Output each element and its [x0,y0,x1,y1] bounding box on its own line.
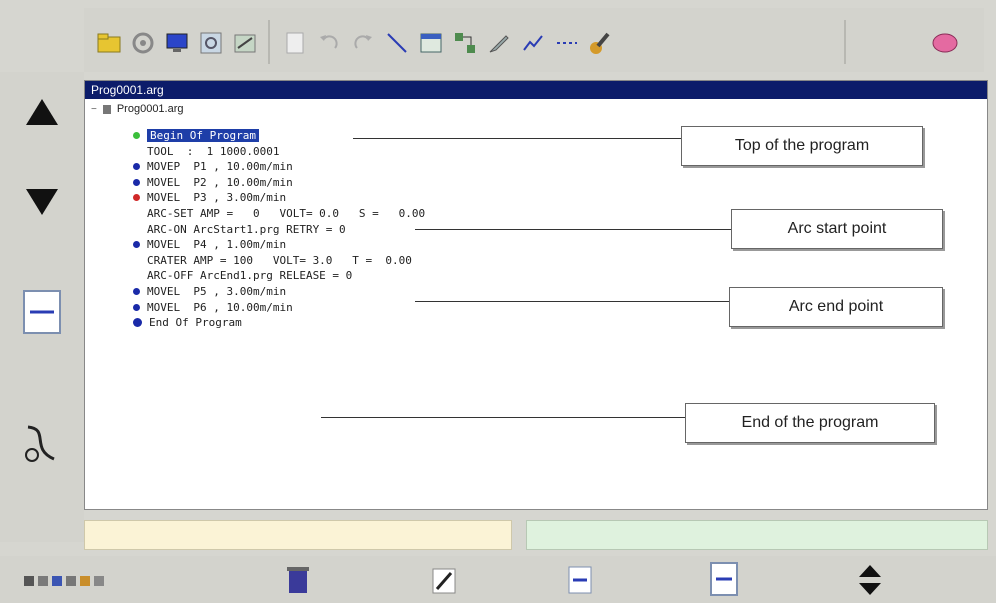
gauge-icon[interactable] [230,28,260,58]
file-icon[interactable] [280,28,310,58]
arc-button[interactable] [12,412,72,476]
program-line[interactable]: End Of Program [133,316,242,329]
line-marker-icon [133,178,140,186]
robot-icon[interactable] [586,28,616,58]
line-marker-icon [133,303,140,311]
plot-icon[interactable] [518,28,548,58]
program-line[interactable]: MOVEL P2 , 10.00m/min [133,176,293,189]
line-marker-icon [133,241,140,249]
callout-top: Top of the program [681,126,923,166]
window-title: Prog0001.arg [85,81,987,99]
callout-leader [415,229,735,230]
tree-root-label: Prog0001.arg [116,103,184,115]
page-icon [23,290,61,334]
toolbar-separator [844,20,846,64]
toolbar-separator [268,20,270,64]
network-icon[interactable] [450,28,480,58]
program-line-text: MOVEL P2 , 10.00m/min [147,175,293,189]
page-button-bottom[interactable] [696,560,752,600]
line-marker-icon [133,288,140,295]
program-line-text: TOOL : 1 1000.0001 [147,144,280,158]
arc-icon [25,425,55,462]
program-line[interactable]: ARC-SET AMP = 0 VOLT= 0.0 S = 0.00 [147,207,425,220]
program-line[interactable]: TOOL : 1 1000.0001 [147,145,279,158]
pen-icon[interactable] [484,28,514,58]
dotted-line-icon[interactable] [552,28,582,58]
bottom-bar [0,556,996,603]
tree-root[interactable]: − Prog0001.arg [91,103,184,115]
line-marker-icon [133,194,140,202]
callout-arc-end: Arc end point [729,287,943,327]
program-line-text: MOVEL P5 , 3.00m/min [147,285,287,298]
folder-icon[interactable] [94,28,124,58]
eraser-icon[interactable] [930,28,960,58]
page-button[interactable] [12,280,72,344]
program-line-text: CRATER AMP = 100 VOLT= 3.0 T = 0.00 [147,253,412,267]
settings-icon[interactable] [196,28,226,58]
line-marker-icon [133,318,142,328]
toolbar [84,8,984,72]
program-line[interactable]: ARC-ON ArcStart1.prg RETRY = 0 [147,223,346,236]
program-line-text: MOVEL P3 , 3.00m/min [147,191,287,205]
program-line-text: MOVEL P6 , 10.00m/min [147,300,293,314]
program-line[interactable]: Begin Of Program [133,129,259,142]
insert-icon [568,566,592,594]
updown-button[interactable] [842,560,898,600]
program-line[interactable]: ARC-OFF ArcEnd1.prg RELEASE = 0 [147,269,352,282]
trash-icon [287,567,309,593]
gear-icon[interactable] [128,28,158,58]
program-line-text: End Of Program [149,316,242,330]
page-icon [710,562,738,596]
file-icon [102,104,111,114]
delete-button[interactable] [270,560,326,600]
down-arrow-icon [26,189,58,215]
callout-leader [415,301,733,302]
program-line[interactable]: MOVEL P5 , 3.00m/min [133,285,286,298]
grid-icon [24,576,104,586]
program-line-text: Begin Of Program [147,129,259,142]
callout-leader [321,417,689,418]
edit-button[interactable] [416,560,472,600]
program-line-text: MOVEP P1 , 10.00m/min [147,160,293,174]
program-line-text: MOVEL P4 , 1.00m/min [147,238,287,252]
scroll-up-button[interactable] [12,80,72,144]
program-line[interactable]: MOVEL P4 , 1.00m/min [133,238,286,251]
tree-expand-icon[interactable]: − [91,104,97,115]
line-marker-icon [133,132,140,139]
program-line-text: ARC-ON ArcStart1.prg RETRY = 0 [147,222,346,236]
undo-icon[interactable] [314,28,344,58]
callout-arc-start: Arc start point [731,209,943,249]
left-panel [0,72,84,542]
redo-icon[interactable] [348,28,378,58]
callout-end: End of the program [685,403,935,443]
program-line[interactable]: CRATER AMP = 100 VOLT= 3.0 T = 0.00 [147,254,412,267]
updown-icon [859,565,881,595]
program-line-text: ARC-OFF ArcEnd1.prg RELEASE = 0 [147,269,353,283]
program-line[interactable]: MOVEL P3 , 3.00m/min [133,191,286,204]
window-icon[interactable] [416,28,446,58]
edit-icon [432,568,456,594]
status-field-left [84,520,512,550]
callout-leader [353,138,685,139]
program-line-text: ARC-SET AMP = 0 VOLT= 0.0 S = 0.00 [147,207,426,220]
insert-button[interactable] [552,560,608,600]
program-window: Prog0001.arg − Prog0001.arg Begin Of Pro… [84,80,988,510]
status-field-right [526,520,988,550]
scroll-down-button[interactable] [12,170,72,234]
mode-indicator[interactable] [22,560,132,600]
program-line[interactable]: MOVEP P1 , 10.00m/min [133,160,293,173]
line-icon[interactable] [382,28,412,58]
up-arrow-icon [26,99,58,125]
program-line[interactable]: MOVEL P6 , 10.00m/min [133,301,293,314]
monitor-icon[interactable] [162,28,192,58]
line-marker-icon [133,163,140,171]
